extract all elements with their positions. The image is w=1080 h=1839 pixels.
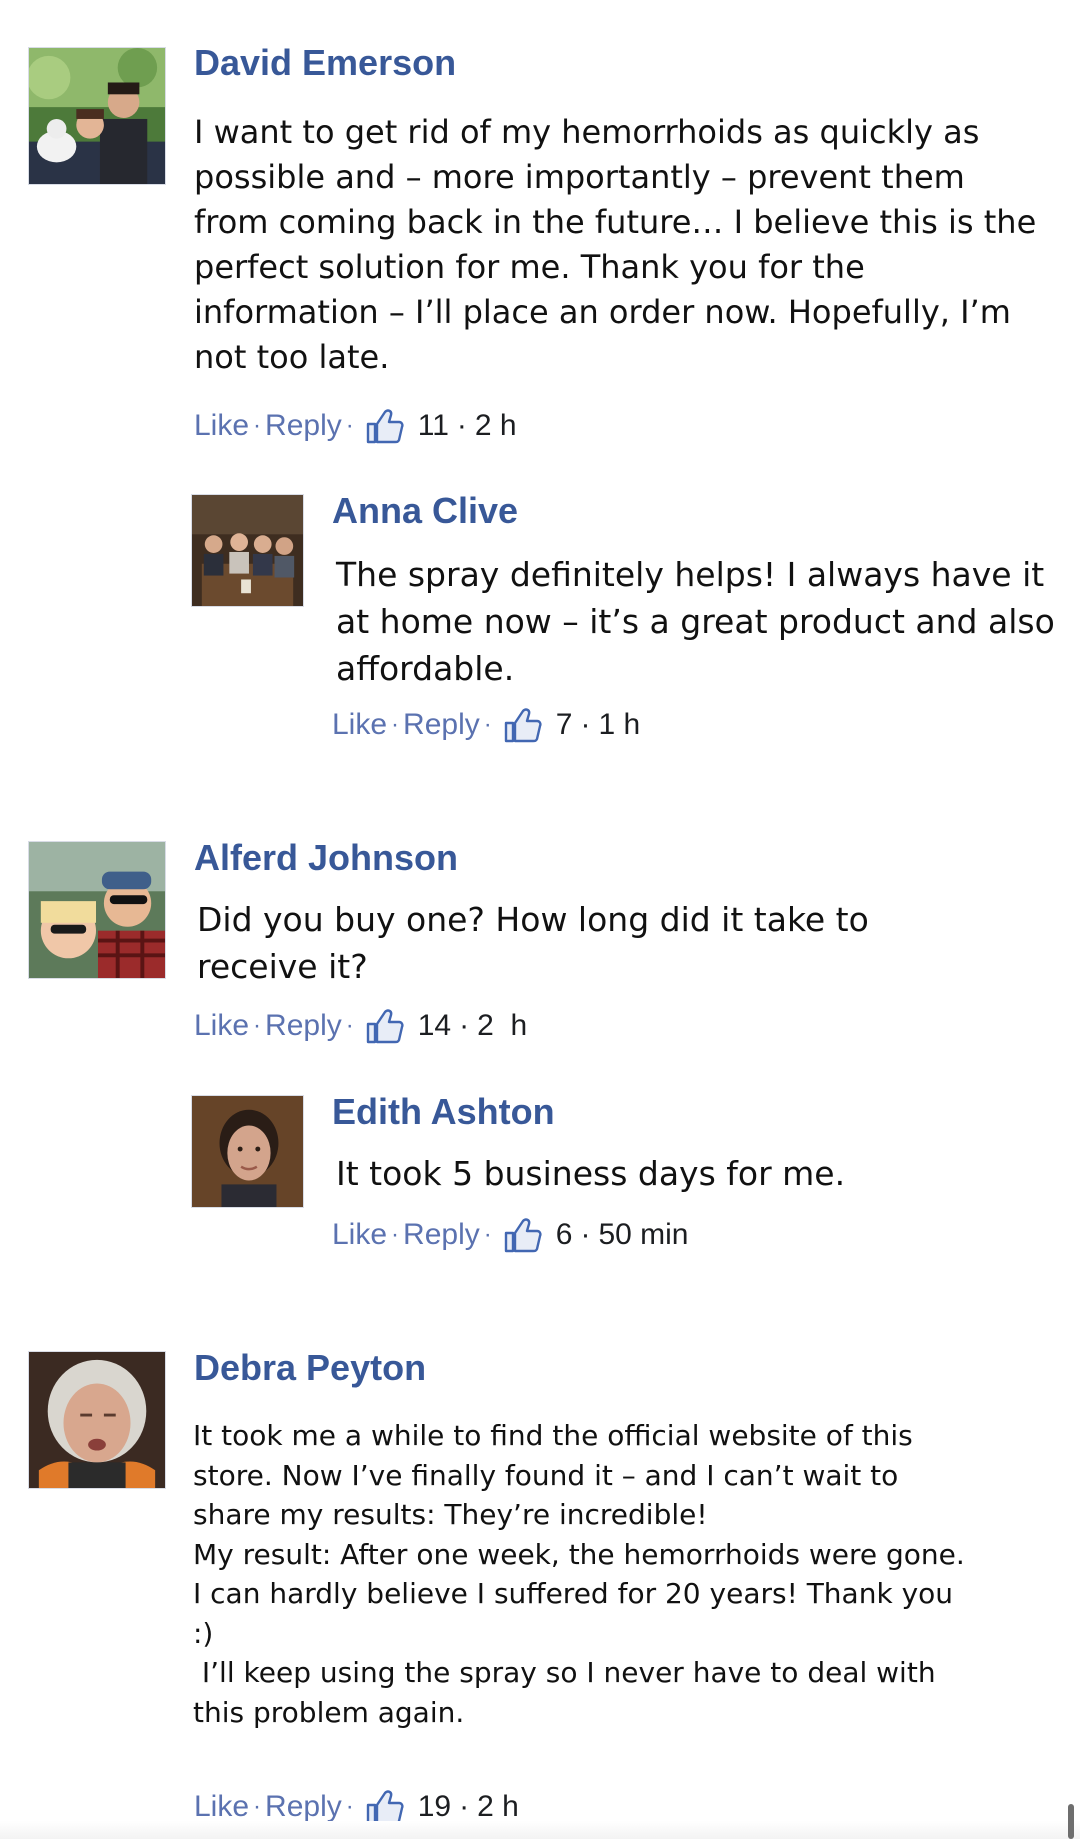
comment-text-line: It took 5 business days for me. [336,1154,846,1193]
comment-author[interactable]: Debra Peyton [194,1347,426,1389]
comment-text-line: Did you buy one? How long did it take to [197,900,869,939]
separator: · [459,1009,470,1042]
reply-link[interactable]: Reply [265,1009,342,1043]
avatar-photo [192,1096,303,1207]
avatar[interactable] [28,47,166,185]
separator: · [253,412,262,439]
reply-link[interactable]: Reply [403,708,480,742]
avatar-photo [192,495,303,606]
like-count: 11 [417,409,449,442]
like-count: 6 [555,1218,573,1251]
scrollbar[interactable] [1068,1804,1074,1839]
comment-text-line: It took me a while to find the official … [193,1419,913,1452]
avatar-photo [29,1352,165,1488]
like-count: 7 [555,708,573,741]
thumbs-up-icon[interactable] [364,1006,404,1046]
reply-link[interactable]: Reply [403,1218,480,1252]
comment-actions: Like · Reply · 7 · 1 h [332,705,640,745]
like-link[interactable]: Like [194,1790,249,1824]
comment-actions: Like · Reply · 14 · 2 h [194,1006,527,1046]
comment-author[interactable]: Alferd Johnson [194,837,458,879]
timestamp: 50 min [598,1218,689,1251]
comment-text: It took 5 business days for me. [336,1150,845,1197]
comment-text-line: :) [193,1616,214,1650]
comment-text-line: information – I’ll place an order now. H… [194,293,1011,331]
comment-text-line: share my results: They’re incredible! [193,1498,708,1531]
timestamp: 2 h [474,409,517,442]
separator: · [345,1793,354,1820]
comment-actions: Like · Reply · 6 · 50 min [332,1215,688,1255]
thumbs-up-icon[interactable] [502,705,542,745]
separator: · [391,1221,400,1248]
like-count: 19 [417,1790,452,1823]
comment-text-line: receive it? [197,947,368,986]
comment-text-line: store. Now I’ve finally found it – and I… [193,1458,899,1492]
avatar-photo [29,48,165,184]
separator: · [253,1793,262,1820]
avatar[interactable] [28,1351,166,1489]
like-count: 14 [417,1009,452,1042]
reply-link[interactable]: Reply [265,1790,342,1824]
separator: · [391,711,400,738]
bottom-edge [0,1821,1080,1839]
comment-text-line: this problem again. [193,1695,465,1729]
like-link[interactable]: Like [194,1009,249,1043]
separator: · [459,1790,470,1823]
thumbs-up-icon[interactable] [502,1215,542,1255]
comment-text-line: from coming back in the future… I believ… [194,203,1037,241]
comment-author[interactable]: Edith Ashton [332,1091,555,1133]
avatar-photo [29,842,165,978]
timestamp: 1 h [598,708,641,741]
avatar[interactable] [191,1095,304,1208]
comment-actions: Like · Reply · 11 · 2 h [194,406,517,446]
separator: · [483,711,492,738]
comment-text-line: I can hardly believe I suffered for 20 y… [193,1577,954,1610]
comment-text-line: at home now – it’s a great product and a… [336,602,1055,641]
timestamp: 2 h [477,1009,528,1042]
comment-author[interactable]: David Emerson [194,42,456,84]
comment-text-line: not too late. [194,338,390,376]
comment-text-line: affordable. [336,649,515,688]
comment-text: It took me a while to find the official … [193,1416,965,1732]
comment-text: Did you buy one? How long did it take to… [197,896,869,990]
like-link[interactable]: Like [194,409,249,443]
separator: · [345,1012,354,1039]
like-link[interactable]: Like [332,708,387,742]
comment-text-line: I’ll keep using the spray so I never hav… [193,1656,936,1689]
separator: · [253,1012,262,1039]
timestamp: 2 h [477,1790,519,1823]
thumbs-up-icon[interactable] [364,406,404,446]
reply-link[interactable]: Reply [265,409,342,443]
separator: · [580,708,591,741]
separator: · [456,409,467,442]
avatar[interactable] [28,841,166,979]
separator: · [345,412,354,439]
avatar[interactable] [191,494,304,607]
comment-text-line: My result: After one week, the hemorrhoi… [193,1537,965,1571]
comment-text-line: possible and – more importantly – preven… [194,158,965,196]
comment-text: I want to get rid of my hemorrhoids as q… [194,110,1036,380]
comment-text-line: perfect solution for me. Thank you for t… [194,248,865,286]
separator: · [483,1221,492,1248]
separator: · [580,1218,591,1251]
comment-text-line: I want to get rid of my hemorrhoids as q… [194,113,980,151]
like-link[interactable]: Like [332,1218,387,1252]
comment-author[interactable]: Anna Clive [332,490,518,532]
comment-text: The spray definitely helps! I always hav… [336,551,1055,692]
comment-text-line: The spray definitely helps! I always hav… [336,555,1045,594]
